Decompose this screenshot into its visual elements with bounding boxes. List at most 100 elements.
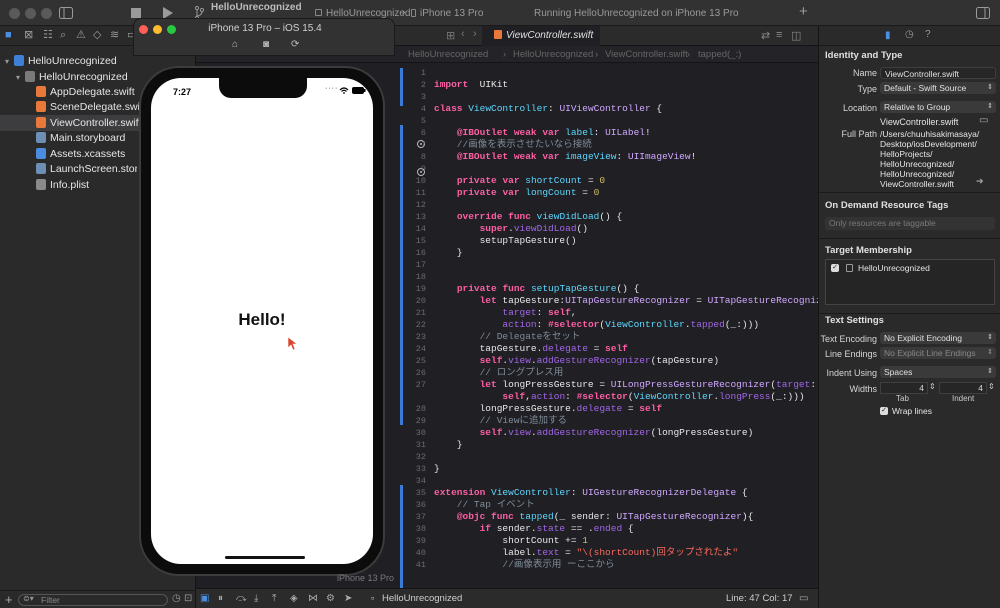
view-hierarchy-icon[interactable]: ◈: [290, 589, 298, 608]
disclosure-icon[interactable]: ▾: [5, 57, 9, 66]
code-line[interactable]: longPressGesture.delegate = self: [434, 403, 662, 415]
indent-width-stepper[interactable]: ⇕: [988, 382, 995, 391]
debug-icon[interactable]: ≋: [110, 30, 121, 41]
stop-icon[interactable]: [131, 8, 141, 18]
code-line[interactable]: tapGesture.delegate = self: [434, 343, 628, 355]
pause-icon[interactable]: ⏸: [218, 589, 223, 608]
add-file-button[interactable]: +: [5, 592, 13, 607]
code-line[interactable]: class ViewController: UIViewController {: [434, 103, 662, 115]
line-endings-select[interactable]: No Explicit Line Endings ⇕: [880, 347, 996, 359]
tab-width-stepper[interactable]: ⇕: [929, 382, 936, 391]
home-icon[interactable]: ⌂: [232, 39, 238, 50]
code-line[interactable]: }: [434, 247, 463, 259]
code-line[interactable]: let longPressGesture = UILongPressGestur…: [434, 379, 816, 391]
history-icon[interactable]: ◷: [905, 29, 914, 40]
split-editor-icon[interactable]: ◫: [791, 29, 801, 42]
location-select[interactable]: Relative to Group ⇕: [880, 101, 996, 113]
code-line[interactable]: @IBOutlet weak var imageView: UIImageVie…: [434, 151, 696, 163]
code-line[interactable]: @IBOutlet weak var label: UILabel!: [434, 127, 651, 139]
code-line[interactable]: //画像を表示させたいなら接続: [434, 139, 592, 151]
type-select[interactable]: Default - Swift Source ⇕: [880, 82, 996, 94]
filter-field[interactable]: ⊜▾ Filter: [18, 594, 168, 606]
editor-options-icon[interactable]: ≡: [776, 29, 782, 41]
code-line[interactable]: self.view.addGestureRecognizer(longPress…: [434, 427, 754, 439]
code-line[interactable]: // Delegateをセット: [434, 331, 581, 343]
close-window-button[interactable]: [9, 8, 20, 19]
jump-segment-1[interactable]: HelloUnrecognized: [513, 46, 593, 63]
code-line[interactable]: self.view.addGestureRecognizer(tapGestur…: [434, 355, 719, 367]
step-over-icon[interactable]: ⤼: [236, 589, 247, 608]
code-line[interactable]: super.viewDidLoad(): [434, 223, 588, 235]
code-line[interactable]: private var shortCount = 0: [434, 175, 605, 187]
jump-segment-2[interactable]: ViewController.swift: [605, 46, 688, 63]
source-control-icon[interactable]: ⊠: [24, 30, 35, 41]
minimap-toggle-icon[interactable]: ▭: [799, 589, 808, 608]
name-field[interactable]: ViewController.swift: [880, 67, 996, 79]
editor-tab-viewcontroller[interactable]: ViewController.swift: [482, 26, 600, 46]
zoom-window-button[interactable]: [41, 8, 52, 19]
help-icon[interactable]: ?: [925, 29, 931, 40]
refresh-icon[interactable]: ⇄: [761, 29, 770, 42]
membership-checkbox[interactable]: ✓: [831, 264, 839, 272]
indent-width-field[interactable]: 4: [939, 382, 987, 394]
code-line[interactable]: label.text = "\(shortCount)回タップされたよ": [434, 547, 738, 559]
home-indicator[interactable]: [225, 556, 305, 559]
code-line[interactable]: action: #selector(ViewController.tapped(…: [434, 319, 759, 331]
code-line[interactable]: setupTapGesture(): [434, 235, 577, 247]
code-line[interactable]: // ロングプレス用: [434, 367, 564, 379]
inspector-toggle-icon[interactable]: [976, 7, 990, 19]
test-icon[interactable]: ◇: [93, 30, 104, 41]
file-inspector-icon[interactable]: ▮: [885, 30, 891, 41]
disclosure-icon[interactable]: ▾: [16, 73, 20, 82]
code-line[interactable]: extension ViewController: UIGestureRecog…: [434, 487, 748, 499]
code-line[interactable]: let tapGesture:UITapGestureRecognizer = …: [434, 295, 839, 307]
folder-reveal-icon[interactable]: ▭: [979, 115, 988, 126]
jump-segment-0[interactable]: HelloUnrecognized: [408, 46, 488, 63]
wrap-lines-checkbox[interactable]: ✓: [880, 407, 888, 415]
code-line[interactable]: // Tap イベント: [434, 499, 535, 511]
tree-file-launchscreen[interactable]: LaunchScreen.storyboard: [0, 161, 137, 177]
forward-icon[interactable]: ›: [473, 28, 477, 40]
grid-icon[interactable]: ⊞: [446, 29, 455, 42]
code-line[interactable]: }: [434, 439, 463, 451]
jump-segment-3[interactable]: tapped(_:): [698, 46, 741, 63]
back-icon[interactable]: ‹: [461, 28, 465, 40]
indent-using-select[interactable]: Spaces ⇕: [880, 366, 996, 378]
tab-width-field[interactable]: 4: [880, 382, 928, 394]
scm-filter-icon[interactable]: ⊡: [184, 593, 192, 604]
code-line[interactable]: private var longCount = 0: [434, 187, 600, 199]
add-library-button[interactable]: +: [799, 3, 808, 20]
warning-icon[interactable]: ⚠: [76, 30, 87, 41]
code-line[interactable]: override func viewDidLoad() {: [434, 211, 622, 223]
memory-graph-icon[interactable]: ⋈: [308, 589, 318, 608]
code-line[interactable]: self,action: #selector(ViewController.lo…: [434, 391, 804, 403]
location-icon[interactable]: ➤: [344, 589, 352, 608]
rotate-icon[interactable]: ⟳: [291, 39, 299, 50]
code-line[interactable]: target: self,: [434, 307, 576, 319]
sidebar-toggle-icon[interactable]: [59, 7, 73, 19]
minimize-window-button[interactable]: [25, 8, 36, 19]
code-line[interactable]: //画像表示用 ーここから: [434, 559, 614, 571]
encoding-select[interactable]: No Explicit Encoding ⇕: [880, 332, 996, 344]
screenshot-icon[interactable]: ◙: [263, 39, 269, 50]
environment-icon[interactable]: ⚙: [326, 589, 335, 608]
code-line[interactable]: if sender.state == .ended {: [434, 523, 634, 535]
code-line[interactable]: @objc func tapped(_ sender: UITapGesture…: [434, 511, 754, 523]
code-line[interactable]: import UIKit: [434, 79, 508, 91]
code-line[interactable]: // Viewに追加する: [434, 415, 567, 427]
reveal-arrow-icon[interactable]: ➔: [976, 176, 984, 187]
recent-files-icon[interactable]: ◷: [172, 593, 181, 604]
hello-label[interactable]: Hello!: [151, 310, 373, 330]
iphone-screen[interactable]: 7:27 ···· Hello!: [151, 78, 373, 564]
device-selector[interactable]: iPhone 13 Pro: [420, 8, 483, 19]
find-icon[interactable]: ⌕: [60, 30, 71, 41]
step-in-icon[interactable]: ⤓: [254, 589, 258, 608]
code-line[interactable]: private func setupTapGesture() {: [434, 283, 639, 295]
step-out-icon[interactable]: ⤒: [272, 589, 276, 608]
folder-icon[interactable]: ■: [5, 30, 16, 41]
code-line[interactable]: shortCount += 1: [434, 535, 588, 547]
code-line[interactable]: }: [434, 463, 440, 475]
symbols-icon[interactable]: ☷: [43, 30, 54, 41]
odr-tags-field[interactable]: Only resources are taggable: [825, 217, 995, 230]
debug-area-toggle-icon[interactable]: ▣: [200, 589, 209, 608]
